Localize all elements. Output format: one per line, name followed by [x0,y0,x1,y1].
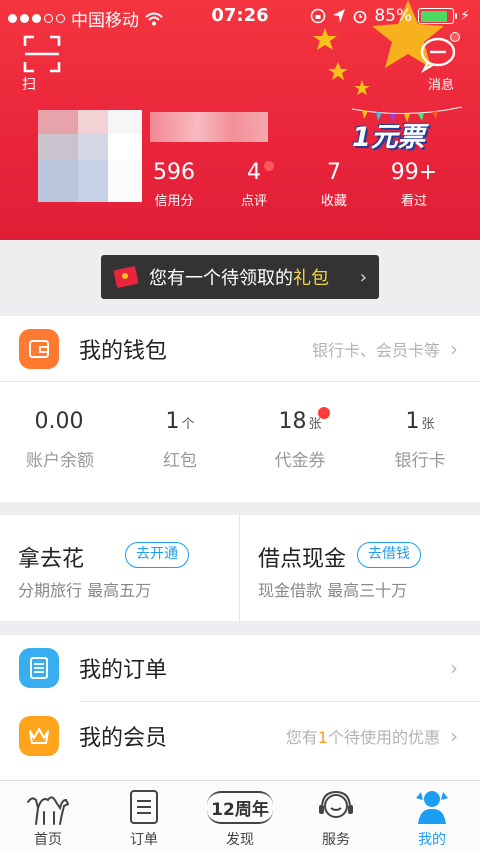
wallet-stat-value: 1 [405,409,420,434]
username-blurred [150,112,268,142]
membership-hint: 您有1个待使用的优惠 [286,724,440,748]
wallet-stat-bank-cards[interactable]: 1张 银行卡 [360,409,480,471]
stat-value: 99+ [390,160,438,185]
account-links-card: 我的订单 › 我的会员 您有1个待使用的优惠 › [0,635,480,780]
wallet-stat-label: 代金券 [274,451,326,471]
tab-label: 订单 [130,832,158,848]
message-badge-dot [450,32,460,42]
anniversary-text: 12周年 [211,799,269,820]
membership-row[interactable]: 我的会员 您有1个待使用的优惠 › [0,703,480,769]
profile-header: 中国移动 07:26 85% ⚡ 扫 消息 1元票 596 信用分 4 点评 7… [0,0,480,240]
tab-bar: 首页 订单 12周年 发现 服务 我的 [0,780,480,852]
borrow-button[interactable]: 去借钱 [357,542,421,568]
customer-service-icon [319,790,353,818]
stat-label: 信用分 [154,194,194,209]
promo-ticket-banner[interactable]: 1元票 [352,105,470,165]
orders-row[interactable]: 我的订单 › [0,635,480,701]
wallet-stat-value: 1 [165,409,180,434]
alarm-icon [354,10,367,24]
camel-icon [27,796,70,825]
stat-viewed[interactable]: 99+ 看过 [376,160,452,209]
orders-title: 我的订单 [79,658,168,683]
crown-icon [19,716,59,756]
activate-button[interactable]: 去开通 [125,542,189,568]
cash-loan-card[interactable]: 借点现金 去借钱 现金借款 最高三十万 [240,515,480,621]
installment-subtitle: 分期旅行 最高五万 [18,581,152,600]
tab-home[interactable]: 首页 [0,787,96,849]
anniversary-12-icon: 12周年 [207,790,273,824]
wallet-stats: 0.00 账户余额 1个 红包 18 张 代金券 1张 银行卡 [0,381,480,501]
chevron-right-icon: › [450,724,458,748]
gift-banner-highlight: 礼包 [293,268,329,289]
red-envelope-icon [113,266,139,288]
stat-label: 收藏 [320,194,347,209]
wallet-row[interactable]: 我的钱包 银行卡、会员卡等 › [0,316,480,382]
stat-favorites[interactable]: 7 收藏 [296,160,372,209]
gift-banner-text: 您有一个待领取的 [149,268,293,289]
tab-label: 我的 [418,832,446,848]
rotation-lock-icon [311,8,326,24]
wallet-stat-unit: 张 [308,417,322,432]
membership-hint-suffix: 个待使用的优惠 [327,728,440,747]
wallet-stat-value: 0.00 [34,409,84,434]
cash-loan-title: 借点现金 [258,547,347,572]
battery-percent: 85% [374,6,413,26]
membership-hint-count: 1 [317,728,328,747]
wallet-stat-label: 红包 [163,451,197,471]
stat-credit-score[interactable]: 596 信用分 [136,160,212,209]
orders-icon [19,648,59,688]
credit-section: 拿去花 去开通 分期旅行 最高五万 借点现金 去借钱 现金借款 最高三十万 [0,515,480,621]
wallet-icon [19,329,59,369]
stat-reviews[interactable]: 4 点评 [216,160,292,209]
installment-title: 拿去花 [18,547,85,572]
wallet-stat-unit: 个 [181,417,195,432]
tab-service[interactable]: 服务 [288,787,384,849]
order-list-icon [130,790,158,824]
battery-icon [418,8,458,24]
stat-value: 7 [327,160,341,185]
promo-ticket-text: 1元票 [352,122,425,153]
stat-label: 点评 [240,194,267,209]
tab-orders[interactable]: 订单 [96,787,192,849]
scan-icon[interactable] [22,34,62,74]
wallet-stat-balance[interactable]: 0.00 账户余额 [0,409,120,471]
wallet-stat-value: 18 [278,409,307,434]
chevron-right-icon: › [359,266,367,288]
wallet-stat-red-packets[interactable]: 1个 红包 [120,409,240,471]
avatar[interactable] [38,110,142,202]
chevron-right-icon: › [450,656,458,680]
status-bar: 中国移动 07:26 85% ⚡ [0,0,480,32]
installment-card[interactable]: 拿去花 去开通 分期旅行 最高五万 [0,515,240,621]
wallet-stat-label: 账户余额 [26,451,94,471]
membership-title: 我的会员 [79,726,168,751]
stat-value: 596 [153,160,195,185]
cash-loan-subtitle: 现金借款 最高三十万 [258,581,408,600]
chevron-right-icon: › [450,337,458,361]
membership-hint-prefix: 您有 [285,728,318,747]
location-icon [333,9,346,23]
tab-label: 服务 [322,832,350,848]
wallet-stat-vouchers[interactable]: 18 张 代金券 [240,407,360,471]
stat-label: 看过 [400,194,427,209]
wallet-stat-unit: 张 [421,417,435,432]
wallet-hint: 银行卡、会员卡等 [311,341,440,360]
tab-label: 发现 [226,832,254,848]
tab-profile[interactable]: 我的 [384,787,480,849]
scan-label: 扫 [22,77,36,93]
profile-icon [416,791,448,824]
charging-icon: ⚡ [460,8,470,24]
stat-value: 4 [247,160,261,185]
voucher-badge-dot [318,407,330,419]
wallet-stat-label: 银行卡 [394,451,446,471]
divider [80,701,480,702]
messages-label: 消息 [427,78,454,93]
tab-discover[interactable]: 12周年 发现 [192,787,288,849]
stat-badge-dot [264,161,274,171]
profile-stats: 596 信用分 4 点评 7 收藏 99+ 看过 [136,160,480,210]
wallet-title: 我的钱包 [79,339,168,364]
gift-banner[interactable]: 您有一个待领取的 礼包 › [101,255,379,299]
tab-label: 首页 [34,832,62,848]
